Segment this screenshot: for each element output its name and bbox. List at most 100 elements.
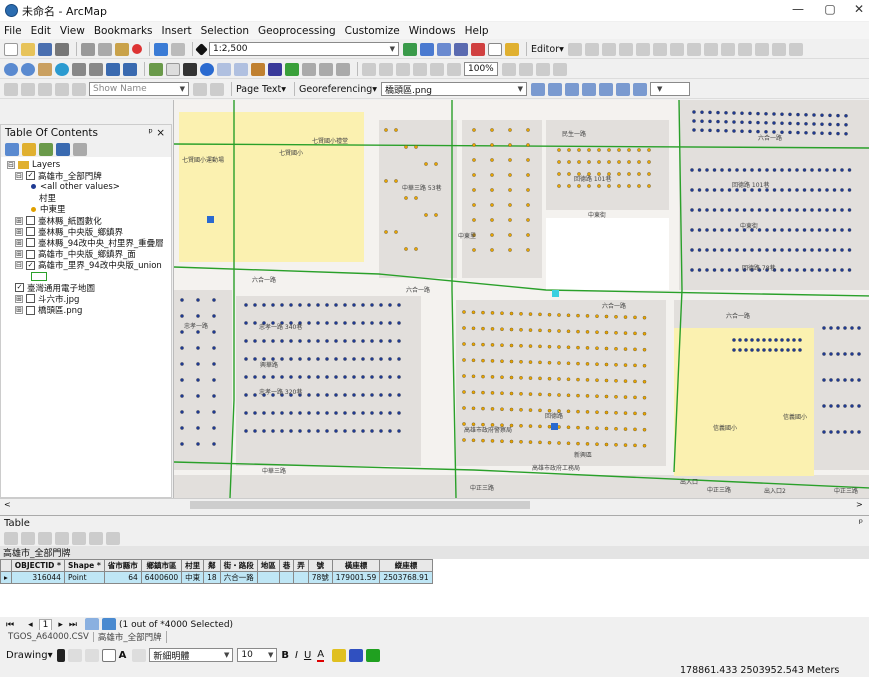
toc-layer-row[interactable]: ✓ 臺灣通用電子地圖 xyxy=(15,282,95,294)
address-point[interactable] xyxy=(836,122,840,127)
address-point[interactable] xyxy=(472,203,476,207)
address-point[interactable] xyxy=(857,430,861,434)
address-point[interactable] xyxy=(481,326,485,331)
address-point[interactable] xyxy=(271,339,275,343)
address-point[interactable] xyxy=(788,112,792,117)
georef-tool-icon[interactable] xyxy=(616,82,631,96)
address-point[interactable] xyxy=(633,395,637,400)
address-point[interactable] xyxy=(832,188,837,192)
address-point[interactable] xyxy=(500,327,504,331)
address-point[interactable] xyxy=(836,131,840,136)
address-point[interactable] xyxy=(557,172,561,176)
address-point[interactable] xyxy=(720,208,724,212)
address-point[interactable] xyxy=(825,188,829,192)
address-point[interactable] xyxy=(538,344,542,349)
address-point[interactable] xyxy=(316,375,320,379)
address-point[interactable] xyxy=(829,326,833,330)
address-point[interactable] xyxy=(595,442,599,446)
address-point[interactable] xyxy=(316,411,320,415)
address-point[interactable] xyxy=(196,314,200,318)
address-point[interactable] xyxy=(424,213,428,217)
address-point[interactable] xyxy=(298,411,302,415)
address-point[interactable] xyxy=(786,348,790,352)
address-point[interactable] xyxy=(716,110,720,115)
address-point[interactable] xyxy=(471,438,476,443)
address-point[interactable] xyxy=(595,378,599,382)
cut-polygons-icon[interactable] xyxy=(703,42,718,56)
python-window-icon[interactable] xyxy=(488,42,502,56)
address-point[interactable] xyxy=(617,172,621,176)
address-point[interactable] xyxy=(577,160,581,164)
table-column-header[interactable]: 地區 xyxy=(256,559,280,572)
viewer-icon[interactable] xyxy=(633,82,648,96)
address-point[interactable] xyxy=(633,315,637,320)
address-point[interactable] xyxy=(528,312,533,316)
address-point[interactable] xyxy=(633,379,637,384)
table-cell[interactable]: 18 xyxy=(203,571,221,584)
address-point[interactable] xyxy=(595,394,599,398)
address-point[interactable] xyxy=(472,173,476,177)
address-point[interactable] xyxy=(780,121,784,125)
address-point[interactable] xyxy=(379,429,383,433)
address-point[interactable] xyxy=(576,345,580,350)
address-point[interactable] xyxy=(307,321,311,325)
address-point[interactable] xyxy=(787,168,792,172)
shift-raster-icon[interactable] xyxy=(548,82,563,96)
address-point[interactable] xyxy=(566,425,571,430)
create-features-icon[interactable] xyxy=(788,42,803,56)
address-point[interactable] xyxy=(280,339,284,343)
sketch-properties-icon[interactable] xyxy=(771,42,786,56)
address-point[interactable] xyxy=(528,392,533,396)
address-point[interactable] xyxy=(829,352,833,356)
address-point[interactable] xyxy=(325,303,329,307)
address-point[interactable] xyxy=(379,321,383,325)
address-point[interactable] xyxy=(802,168,807,172)
map-horizontal-scrollbar[interactable]: < > xyxy=(0,498,869,511)
address-point[interactable] xyxy=(595,410,599,414)
address-point[interactable] xyxy=(509,375,514,380)
address-point[interactable] xyxy=(617,148,621,152)
address-point[interactable] xyxy=(585,410,590,414)
address-point[interactable] xyxy=(844,132,848,136)
address-point[interactable] xyxy=(828,122,832,127)
address-point[interactable] xyxy=(547,424,552,429)
address-point[interactable] xyxy=(780,268,784,272)
address-point[interactable] xyxy=(509,311,514,316)
table-column-header[interactable]: 鄉鎮市區 xyxy=(140,559,183,572)
address-point[interactable] xyxy=(788,130,792,135)
address-point[interactable] xyxy=(180,410,184,414)
address-point[interactable] xyxy=(614,315,618,319)
address-point[interactable] xyxy=(750,208,754,212)
address-point[interactable] xyxy=(787,208,792,212)
address-point[interactable] xyxy=(262,429,266,433)
address-point[interactable] xyxy=(690,248,694,252)
address-point[interactable] xyxy=(289,303,293,307)
address-point[interactable] xyxy=(538,376,542,381)
address-point[interactable] xyxy=(795,268,799,272)
address-point[interactable] xyxy=(508,218,512,222)
address-point[interactable] xyxy=(298,357,302,361)
trace-icon[interactable] xyxy=(635,42,650,56)
address-point[interactable] xyxy=(822,404,826,408)
label-manager-icon[interactable] xyxy=(4,82,18,96)
address-point[interactable] xyxy=(361,393,365,397)
address-point[interactable] xyxy=(642,347,647,352)
address-point[interactable] xyxy=(557,184,561,188)
address-point[interactable] xyxy=(404,145,408,149)
address-point[interactable] xyxy=(388,375,392,379)
address-point[interactable] xyxy=(471,422,476,427)
table-cell[interactable]: 中東 xyxy=(181,571,205,584)
address-point[interactable] xyxy=(633,443,637,448)
html-popup-icon[interactable] xyxy=(234,62,248,76)
address-point[interactable] xyxy=(756,348,760,352)
address-point[interactable] xyxy=(519,440,523,444)
address-point[interactable] xyxy=(352,339,356,343)
address-point[interactable] xyxy=(434,162,438,166)
map-view[interactable]: 七賢國小禮堂 七賢國小 七賢國小運動場 中華三路 53巷 六合一路 六合一路 六合一路 六合一… xyxy=(173,100,869,498)
address-point[interactable] xyxy=(334,411,338,415)
address-point[interactable] xyxy=(462,342,466,346)
table-column-header[interactable]: 縱座標 xyxy=(379,559,433,572)
address-point[interactable] xyxy=(566,361,571,366)
table-column-header[interactable]: 鄰 xyxy=(203,559,221,572)
address-point[interactable] xyxy=(787,248,792,252)
